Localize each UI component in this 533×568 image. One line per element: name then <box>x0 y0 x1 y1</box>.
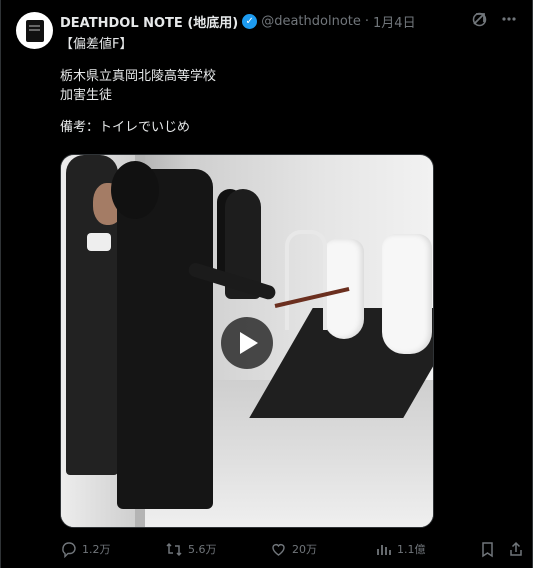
play-icon <box>240 332 258 354</box>
handle[interactable]: @deathdolnote <box>261 14 361 29</box>
play-button[interactable] <box>221 317 273 369</box>
separator-dot: · <box>364 13 370 29</box>
post-text: 【偏差値F】 栃木県立真岡北陵高等学校 加害生徒 備考：トイレでいじめ <box>60 35 510 137</box>
share-button[interactable] <box>508 541 524 558</box>
urinal-shape <box>382 234 432 354</box>
handrail-shape <box>285 230 327 330</box>
tweet-card: DEATHDOL NOTE (地底用) ✓ @deathdolnote · 1月… <box>0 0 533 568</box>
repost-button[interactable]: 5.6万 <box>165 541 217 558</box>
post-header: DEATHDOL NOTE (地底用) ✓ @deathdolnote · 1月… <box>60 11 416 31</box>
views-count: 1.1億 <box>397 543 426 556</box>
views-button[interactable]: 1.1億 <box>375 541 426 558</box>
avatar[interactable] <box>16 12 53 49</box>
reply-count: 1.2万 <box>82 543 111 556</box>
like-button[interactable]: 20万 <box>270 541 317 558</box>
post-line-6: 備考：トイレでいじめ <box>60 120 191 135</box>
bookmark-button[interactable] <box>480 541 495 558</box>
like-count: 20万 <box>292 543 317 556</box>
grok-icon[interactable] <box>470 10 488 28</box>
post-line-5 <box>60 105 510 118</box>
head-shape <box>111 161 159 219</box>
post-line-3: 栃木県立真岡北陵高等学校 <box>60 69 217 84</box>
book-icon <box>25 19 44 42</box>
repost-icon <box>166 542 182 556</box>
reply-button[interactable]: 1.2万 <box>60 541 111 558</box>
engagement-bar: 1.2万 5.6万 20万 1.1億 <box>60 540 525 558</box>
reply-icon <box>62 541 76 558</box>
views-icon <box>377 544 391 555</box>
more-icon[interactable] <box>500 10 518 28</box>
bookmark-icon <box>482 541 493 557</box>
post-line-4: 加害生徒 <box>60 88 113 103</box>
post-line-2 <box>60 54 510 67</box>
share-icon <box>510 541 522 556</box>
repost-count: 5.6万 <box>188 543 217 556</box>
foreground-person-shape <box>66 155 123 475</box>
center-person-shape <box>117 169 213 509</box>
heart-icon <box>272 543 285 556</box>
shirt-shape <box>87 233 111 251</box>
video-player[interactable] <box>60 154 434 528</box>
post-date[interactable]: 1月4日 <box>373 12 416 31</box>
verified-icon: ✓ <box>242 13 258 29</box>
display-name[interactable]: DEATHDOL NOTE (地底用) <box>60 12 238 31</box>
post-line-1: 【偏差値F】 <box>60 37 133 52</box>
top-actions <box>470 10 518 28</box>
